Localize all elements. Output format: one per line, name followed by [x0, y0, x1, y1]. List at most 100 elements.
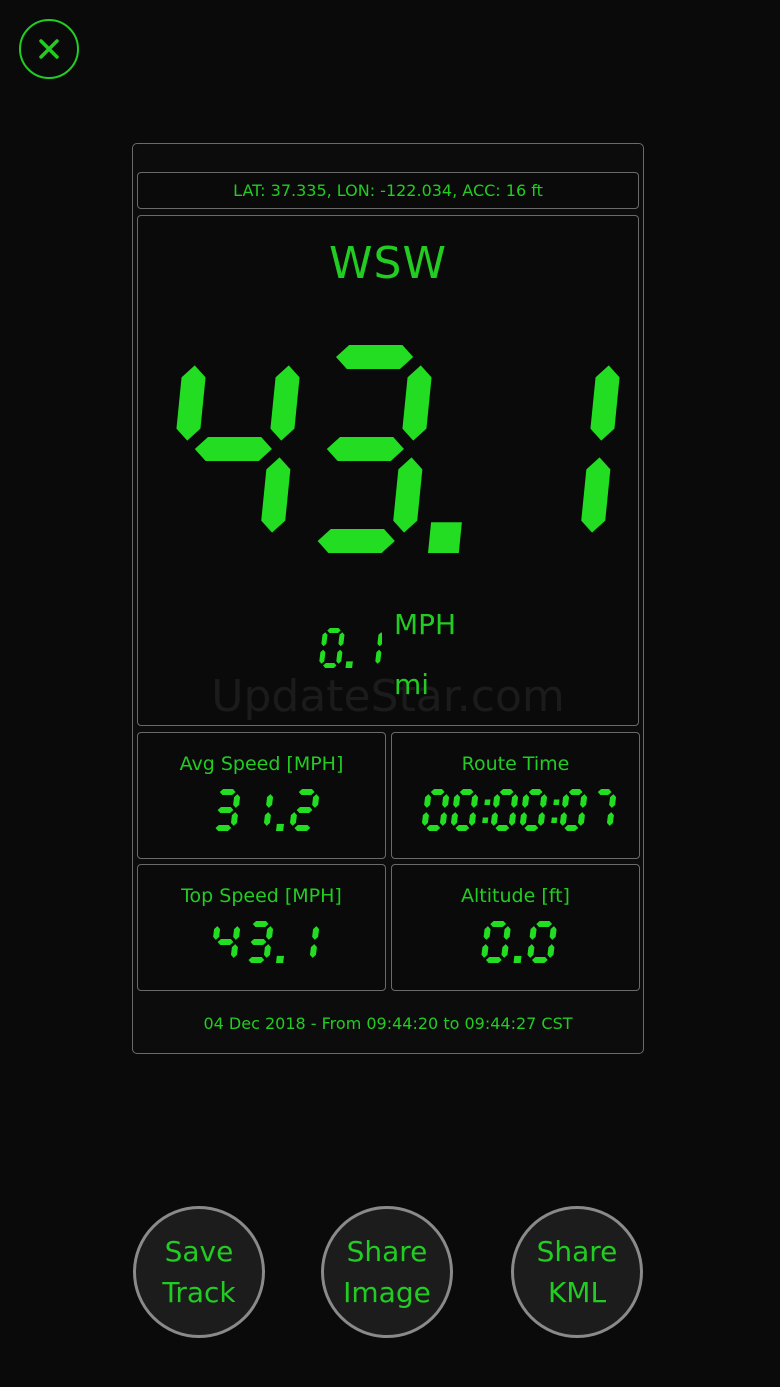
segment-b [580, 794, 588, 808]
avg-speed-label: Avg Speed [MPH] [179, 753, 344, 775]
segment-d [531, 957, 548, 963]
segment-f [522, 794, 530, 808]
share-kml-label-2: KML [547, 1276, 607, 1309]
close-button[interactable] [19, 19, 79, 79]
trip-distance [319, 628, 382, 668]
share-image-label-1: Share [346, 1235, 428, 1268]
segment-f [321, 632, 328, 647]
segment-e [490, 812, 498, 826]
segment-c [468, 812, 476, 826]
segment-e [559, 812, 567, 826]
segment-f [483, 926, 491, 940]
segment-d [524, 825, 539, 831]
segment-g [250, 939, 267, 945]
segment-c [581, 457, 611, 533]
segment-c [261, 457, 291, 533]
segment-f [424, 794, 432, 808]
segment-c [537, 812, 545, 826]
segment-b [312, 926, 320, 940]
top-speed-label: Top Speed [MPH] [181, 885, 342, 907]
segment-c [263, 944, 271, 958]
segment-f [562, 794, 570, 808]
segment-a [252, 921, 269, 927]
speed-unit: MPH [394, 608, 457, 641]
altitude-value [481, 921, 557, 963]
segment-a [528, 789, 543, 795]
segment-g [296, 807, 313, 813]
save-track-label-2: Track [162, 1276, 236, 1309]
speed-display: WSW UpdateStar.com MPH mi [137, 215, 639, 726]
segment-b [266, 926, 274, 940]
segment-b [402, 365, 432, 441]
segment-g [217, 939, 234, 945]
segment-d [248, 957, 265, 963]
segment-c [547, 944, 555, 958]
segment-c [230, 812, 238, 826]
segment-e [289, 812, 297, 826]
segment-d [323, 663, 337, 668]
segment-a [499, 789, 514, 795]
segment-e [519, 812, 527, 826]
segment-b [511, 794, 519, 808]
segment-g [194, 437, 272, 461]
decimal-point-segment [428, 522, 462, 553]
segment-a [298, 789, 315, 795]
route-time-tile: Route Time [391, 732, 640, 859]
colon-segment [553, 799, 560, 805]
segment-c [336, 649, 343, 664]
segment-c [501, 944, 509, 958]
decimal-point-segment [513, 955, 522, 963]
avg-speed-value [215, 789, 320, 831]
share-image-label-2: Image [343, 1276, 431, 1309]
colon-segment [482, 817, 489, 824]
compass-heading: WSW [329, 238, 447, 289]
segment-f [529, 926, 537, 940]
segment-b [338, 632, 345, 647]
segment-b [377, 632, 382, 647]
segment-d [485, 957, 502, 963]
segment-c [263, 812, 271, 826]
segment-d [495, 825, 510, 831]
segment-c [508, 812, 516, 826]
share-image-button[interactable]: Share Image [321, 1206, 453, 1338]
decimal-point-segment [276, 955, 285, 963]
colon-segment [551, 817, 558, 824]
segment-a [490, 921, 507, 927]
segment-a [219, 789, 236, 795]
segment-b [471, 794, 479, 808]
segment-b [270, 365, 300, 441]
segment-b [549, 926, 557, 940]
segment-c [577, 812, 585, 826]
share-kml-label-1: Share [536, 1235, 618, 1268]
avg-speed-tile: Avg Speed [MPH] [137, 732, 386, 859]
segment-b [266, 794, 274, 808]
route-time-value [421, 789, 617, 831]
share-kml-button[interactable]: Share KML [511, 1206, 643, 1338]
segment-e [450, 812, 458, 826]
segment-c [606, 812, 614, 826]
gps-coordinates: LAT: 37.335, LON: -122.034, ACC: 16 ft [137, 172, 639, 209]
segment-c [230, 944, 238, 958]
segment-d [294, 825, 311, 831]
segment-e [421, 812, 429, 826]
segment-b [233, 794, 241, 808]
top-speed-value [213, 921, 320, 963]
segment-f [213, 926, 221, 940]
segment-c [439, 812, 447, 826]
save-track-button[interactable]: Save Track [133, 1206, 265, 1338]
segment-a [327, 628, 341, 633]
speedometer-panel: LAT: 37.335, LON: -122.034, ACC: 16 ft W… [132, 143, 644, 1054]
save-track-label-1: Save [164, 1235, 234, 1268]
segment-b [312, 794, 320, 808]
decimal-point-segment [345, 661, 353, 668]
decimal-point-segment [276, 823, 285, 831]
segment-d [317, 529, 395, 553]
segment-d [426, 825, 441, 831]
segment-b [233, 926, 241, 940]
altitude-label: Altitude [ft] [461, 885, 570, 907]
segment-a [459, 789, 474, 795]
segment-a [568, 789, 583, 795]
segment-a [336, 345, 414, 369]
segment-b [503, 926, 511, 940]
segment-a [430, 789, 445, 795]
